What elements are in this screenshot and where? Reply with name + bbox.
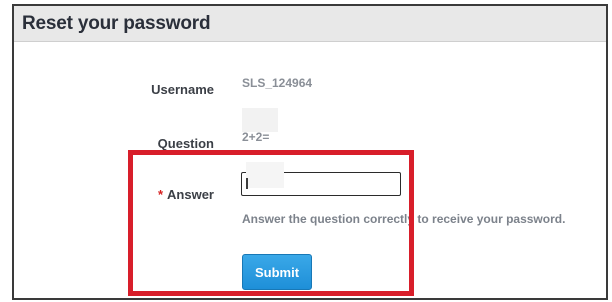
question-label: Question	[157, 136, 214, 151]
answer-label-group: * Answer	[124, 187, 214, 202]
question-value: 2+2=	[242, 130, 270, 144]
required-marker: *	[157, 187, 164, 202]
username-label: Username	[151, 82, 214, 97]
username-value: SLS_124964	[242, 76, 313, 90]
panel-header: Reset your password	[14, 6, 606, 42]
submit-button[interactable]: Submit	[242, 254, 312, 290]
answer-overlay-blank	[246, 162, 284, 188]
text-cursor	[246, 178, 248, 189]
captcha-blank	[242, 108, 278, 132]
page-title: Reset your password	[22, 12, 211, 34]
answer-hint: Answer the question correctly to receive…	[242, 212, 566, 226]
reset-password-panel: Reset your password Username SLS_124964 …	[12, 4, 608, 300]
answer-label: Answer	[167, 187, 214, 202]
